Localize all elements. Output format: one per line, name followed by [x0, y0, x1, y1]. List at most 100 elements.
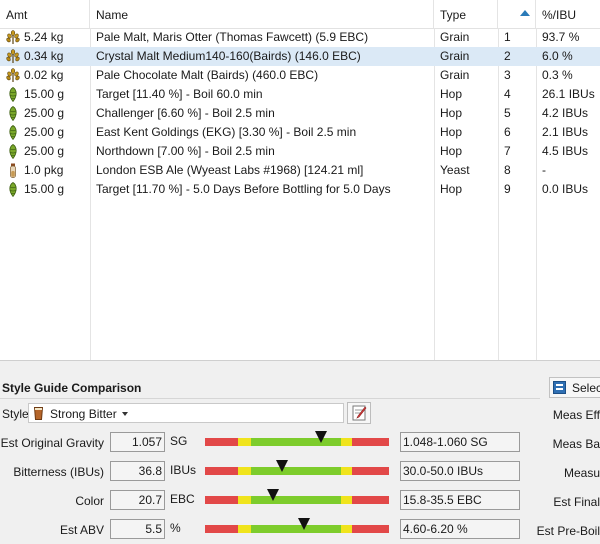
column-header-ibu[interactable]: %/IBU [536, 0, 600, 28]
right-panel-label: Measu [563, 466, 600, 480]
row-step: 2 [504, 49, 511, 63]
meter-segment [238, 496, 251, 504]
style-guide-title: Style Guide Comparison [2, 381, 142, 395]
table-row[interactable]: 25.00 g Challenger [6.60 %] - Boil 2.5 mi… [0, 104, 600, 123]
row-step: 5 [504, 106, 511, 120]
style-select-value: Strong Bitter [50, 407, 117, 421]
table-row[interactable]: 25.00 g East Kent Goldings (EKG) [3.30 %]… [0, 123, 600, 142]
right-panel-label: Meas Ba [552, 437, 600, 451]
table-row[interactable]: 1.0 pkg London ESB Ale (Wyeast Labs #1968… [0, 161, 600, 180]
style-range: 4.60-6.20 % [400, 519, 520, 539]
beer-glass-icon [34, 407, 43, 420]
row-name: Target [11.40 %] - Boil 60.0 min [96, 87, 263, 101]
right-panel-label: Est Pre-Boil [536, 524, 600, 538]
row-name: Target [11.70 %] - 5.0 Days Before Bottl… [96, 182, 391, 196]
row-amount: 5.24 kg [24, 30, 64, 44]
row-ibu: 0.0 IBUs [542, 182, 589, 196]
sort-ascending-icon [520, 10, 530, 16]
meter-segment [341, 467, 353, 475]
meter-segment [251, 467, 342, 475]
row-type: Hop [440, 144, 463, 158]
stat-unit: EBC [170, 492, 195, 506]
meter-segment [251, 438, 342, 446]
table-row[interactable]: 25.00 g Northdown [7.00 %] - Boil 2.5 min… [0, 142, 600, 161]
row-name: London ESB Ale (Wyeast Labs #1968) [124.… [96, 163, 364, 177]
meter-segment [238, 525, 251, 533]
table-row[interactable]: 15.00 g Target [11.40 %] - Boil 60.0 min H… [0, 85, 600, 104]
row-step: 1 [504, 30, 511, 44]
row-step: 9 [504, 182, 511, 196]
row-type: Hop [440, 125, 463, 139]
row-ibu: 4.5 IBUs [542, 144, 589, 158]
ingredient-grid[interactable]: Amt Name Type %/IBU 5.24 kg Pale Malt, Ma… [0, 0, 600, 361]
column-header-step[interactable] [498, 0, 536, 28]
meter-marker [314, 431, 327, 443]
stat-value: 20.7 [110, 490, 165, 510]
select-button[interactable]: Select [549, 377, 600, 398]
row-name: Crystal Malt Medium140-160(Bairds) (146.… [96, 49, 361, 63]
table-row[interactable]: 0.02 kg Pale Chocolate Malt (Bairds) (460… [0, 66, 600, 85]
meter-marker [267, 489, 280, 501]
table-row[interactable]: 15.00 g Target [11.70 %] - 5.0 Days Befor… [0, 180, 600, 199]
meter-segment [341, 525, 353, 533]
range-meter [205, 489, 389, 505]
style-range: 15.8-35.5 EBC [400, 490, 520, 510]
stat-unit: % [170, 521, 181, 535]
meter-segment [205, 496, 239, 504]
stat-value: 36.8 [110, 461, 165, 481]
meter-segment [205, 467, 239, 475]
meter-segment [352, 496, 389, 504]
right-panel-label: Est Final [553, 495, 600, 509]
stat-label: Bitterness (IBUs) [13, 465, 104, 479]
table-row[interactable]: 5.24 kg Pale Malt, Maris Otter (Thomas Fa… [0, 28, 600, 47]
row-type: Grain [440, 49, 470, 63]
style-range: 1.048-1.060 SG [400, 432, 520, 452]
row-type: Hop [440, 182, 463, 196]
row-type: Hop [440, 87, 463, 101]
row-step: 7 [504, 144, 511, 158]
chevron-down-icon [122, 412, 128, 416]
row-amount: 25.00 g [24, 125, 65, 139]
meter-segment [352, 438, 389, 446]
row-amount: 25.00 g [24, 106, 65, 120]
stat-label: Est ABV [59, 523, 104, 537]
section-divider [0, 398, 540, 399]
row-step: 8 [504, 163, 511, 177]
style-edit-button[interactable] [347, 402, 371, 424]
meter-segment [251, 525, 342, 533]
row-type: Grain [440, 30, 470, 44]
row-amount: 15.00 g [24, 87, 65, 101]
row-amount: 1.0 pkg [24, 163, 64, 177]
row-ibu: 4.2 IBUs [542, 106, 589, 120]
row-amount: 15.00 g [24, 182, 65, 196]
meter-segment [205, 525, 239, 533]
select-button-label: Select [572, 381, 600, 395]
row-name: Northdown [7.00 %] - Boil 2.5 min [96, 144, 275, 158]
column-header-name[interactable]: Name [90, 0, 434, 28]
row-name: Pale Chocolate Malt (Bairds) (460.0 EBC) [96, 68, 319, 82]
row-ibu: 2.1 IBUs [542, 125, 589, 139]
ingredient-rows: 5.24 kg Pale Malt, Maris Otter (Thomas Fa… [0, 28, 600, 199]
row-name: Pale Malt, Maris Otter (Thomas Fawcett) … [96, 30, 369, 44]
range-meter [205, 518, 389, 534]
meter-segment [238, 467, 251, 475]
right-panel-label: Meas Eff [552, 408, 600, 422]
meter-segment [205, 438, 239, 446]
range-meter [205, 431, 389, 447]
row-step: 6 [504, 125, 511, 139]
column-header-amount[interactable]: Amt [0, 0, 90, 28]
row-type: Grain [440, 68, 470, 82]
style-range: 30.0-50.0 IBUs [400, 461, 520, 481]
row-type: Yeast [440, 163, 470, 177]
meter-segment [341, 438, 353, 446]
meter-marker [298, 518, 311, 530]
column-header-type[interactable]: Type [434, 0, 498, 28]
stat-label: Color [75, 494, 104, 508]
meter-segment [251, 496, 342, 504]
style-select[interactable]: Strong Bitter [28, 403, 344, 423]
row-amount: 0.02 kg [24, 68, 64, 82]
table-row[interactable]: 0.34 kg Crystal Malt Medium140-160(Bairds… [0, 47, 600, 66]
stat-label: Est Original Gravity [0, 436, 104, 450]
meter-marker [276, 460, 289, 472]
grid-header: Amt Name Type %/IBU [0, 0, 600, 29]
